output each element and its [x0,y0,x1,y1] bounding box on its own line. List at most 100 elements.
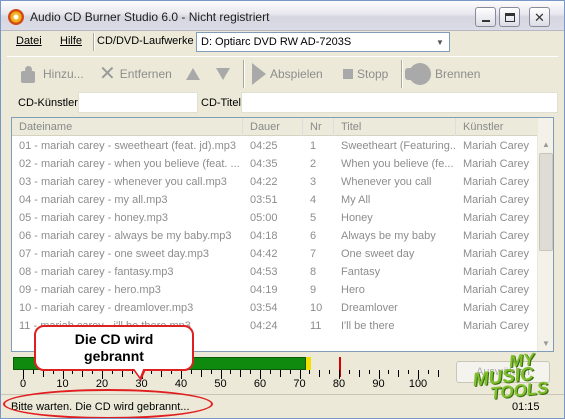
track-duration: 04:19 [250,284,278,296]
track-artist: Mariah Carey [463,230,530,242]
cd-burner-app-icon [8,9,24,25]
track-number: 2 [310,158,317,170]
drive-select-value: D: Optiarc DVD RW AD-7203S [201,36,352,48]
my-music-tools-logo: MY MUSIC TOOLS [461,349,562,410]
meter-tick [289,370,291,374]
track-artist: Mariah Carey [463,266,530,278]
track-filename: 05 - mariah carey - honey.mp3 [19,212,168,224]
table-row[interactable]: 08 - mariah carey - fantasy.mp3 04:53 8 Fan… [12,263,538,281]
track-title: Fantasy [341,266,381,278]
drive-select[interactable]: D: Optiarc DVD RW AD-7203S ▼ [196,32,450,52]
meter-tick [200,370,202,377]
menu-bar: Datei Hilfe CD/DVD-Laufwerke D: Optiarc … [7,31,558,53]
scroll-down-icon[interactable]: ▼ [538,335,553,351]
move-down-button[interactable] [216,61,234,87]
stop-icon [343,69,353,79]
stop-button[interactable]: Stopp [343,61,388,87]
meter-tick [82,370,84,377]
meter-tick [230,370,232,374]
table-row[interactable]: 07 - mariah carey - one sweet day.mp3 04:… [12,245,538,263]
meter-tick-label: 10 [56,378,69,390]
cd-title-input[interactable] [241,92,558,113]
track-filename: 09 - mariah carey - hero.mp3 [19,284,161,296]
track-artist: Mariah Carey [463,194,530,206]
meter-tick-label: 60 [253,378,267,390]
track-duration: 04:18 [250,230,278,242]
track-title: Always be my baby [341,230,436,242]
status-highlight-ring [3,389,213,418]
track-duration: 04:53 [250,266,278,278]
menu-help[interactable]: Hilfe [60,35,82,47]
meter-tick [368,370,370,374]
meter-tick-label: 90 [372,378,385,390]
track-duration: 03:51 [250,194,278,206]
column-header-filename[interactable]: Dateiname [12,118,243,136]
add-button[interactable]: Hinzu... [19,61,84,87]
track-title: My All [341,194,371,206]
table-row[interactable]: 09 - mariah carey - hero.mp3 04:19 9 Hero Ma… [12,281,538,299]
table-row[interactable]: 02 - mariah carey - when you believe (fe… [12,155,538,173]
table-row[interactable]: 10 - mariah carey - dreamlover.mp3 03:54 1… [12,299,538,317]
table-row[interactable]: 01 - mariah carey - sweetheart (feat. jd… [12,137,538,155]
maximize-button[interactable] [499,7,520,27]
track-title: Honey [341,212,373,224]
vertical-scrollbar[interactable]: ▲ ▼ [537,118,553,351]
callout-line-1: Die CD wird [74,331,154,347]
arrow-down-icon [216,68,230,80]
track-filename: 08 - mariah carey - fantasy.mp3 [19,266,174,278]
remove-button[interactable]: ✕ Entfernen [99,61,172,87]
meter-tick [279,370,281,377]
meter-tick [161,370,163,377]
burn-button-label: Brennen [435,67,481,81]
table-row[interactable]: 03 - mariah carey - whenever you call.mp… [12,173,538,191]
meter-tick [398,370,400,377]
table-row[interactable]: 04 - mariah carey - my all.mp3 03:51 4 My A… [12,191,538,209]
toolbar-divider [243,60,245,88]
callout-pointer-inner [133,367,144,377]
meter-tick [240,370,242,377]
track-number: 3 [310,176,317,188]
meter-tick [388,370,390,374]
menu-file[interactable]: Datei [16,35,42,47]
track-artist: Mariah Carey [463,212,530,224]
callout-line-2: gebrannt [84,348,144,364]
burn-button[interactable]: Brennen [405,61,481,87]
meter-tick-label: 70 [293,378,306,390]
table-row[interactable]: 06 - mariah carey - always be my baby.mp… [12,227,538,245]
track-filename: 10 - mariah carey - dreamlover.mp3 [19,302,194,314]
add-puzzle-icon [19,64,39,84]
meter-tick [348,370,350,374]
meter-tick [319,370,321,377]
column-header-duration[interactable]: Dauer [243,118,303,136]
column-header-number[interactable]: Nr [303,118,334,136]
track-duration: 04:24 [250,320,278,332]
move-up-button[interactable] [186,61,204,87]
track-number: 5 [310,212,317,224]
title-bar: Audio CD Burner Studio 6.0 - Nicht regis… [1,1,564,31]
track-number: 9 [310,284,317,296]
column-header-artist[interactable]: Künstler [456,118,538,136]
minimize-button[interactable] [475,7,496,27]
track-artist: Mariah Carey [463,302,530,314]
meter-tick [210,370,212,374]
meter-tick [358,370,360,377]
track-number: 4 [310,194,317,206]
meter-tick-label: 40 [174,378,188,390]
toolbar: Hinzu... ✕ Entfernen Abspielen Stopp Bre… [7,56,558,89]
track-filename: 02 - mariah carey - when you believe (fe… [19,158,240,170]
meter-tick [32,370,34,374]
track-duration: 04:25 [250,140,278,152]
chevron-down-icon[interactable]: ▼ [432,34,448,50]
table-row[interactable]: 05 - mariah carey - honey.mp3 05:00 5 Honey… [12,209,538,227]
track-filename: 01 - mariah carey - sweetheart (feat. jd… [19,140,237,152]
meter-tick [408,370,410,374]
scroll-up-icon[interactable]: ▲ [538,136,553,152]
scrollbar-thumb[interactable] [539,153,553,251]
track-list[interactable]: Dateiname Dauer Nr Titel Künstler 01 - m… [11,117,554,352]
cd-artist-input[interactable] [78,92,198,113]
meter-tick [437,370,439,377]
close-button[interactable]: ✕ [529,7,550,27]
play-button[interactable]: Abspielen [252,61,323,87]
column-header-title[interactable]: Titel [334,118,456,136]
meter-tick-label: 100 [408,378,428,390]
